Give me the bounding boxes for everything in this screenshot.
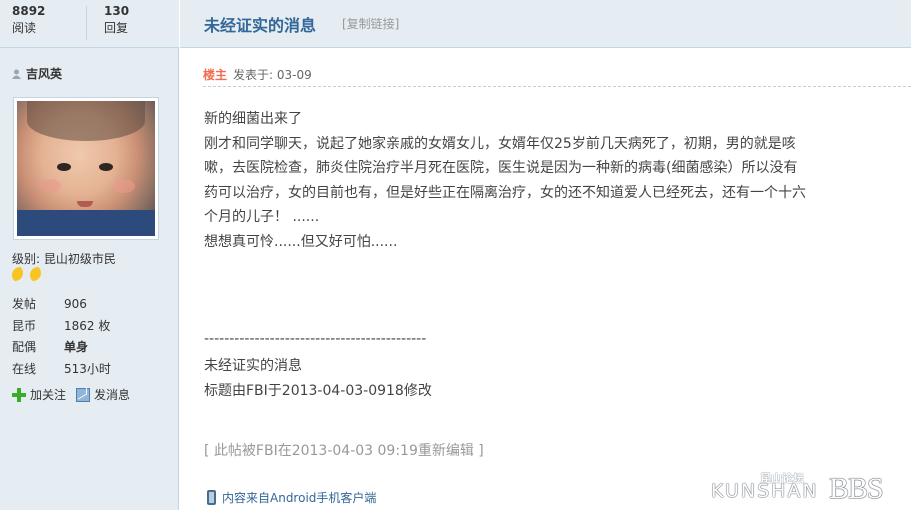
avatar-cheek-left	[39, 179, 61, 193]
info-row-coins: 昆币 1862 枚	[12, 317, 110, 334]
follow-button[interactable]: 加关注	[12, 386, 66, 403]
author-actions: 加关注 发消息	[12, 386, 140, 403]
follow-label: 加关注	[30, 388, 67, 402]
post-line: 个月的儿子！ ......	[204, 209, 320, 225]
avatar-hair	[27, 101, 145, 141]
avatar-image[interactable]	[17, 101, 155, 236]
phone-icon	[207, 490, 216, 505]
post-line: 嗽，去医院检查，肺炎住院治疗半月死在医院，医生说是因为一种新的病毒(细菌感染）所…	[204, 160, 798, 176]
signature-line: 未经证实的消息	[204, 358, 302, 374]
watermark-bbs: BBS	[829, 472, 884, 505]
avatar-eye-left	[57, 163, 71, 171]
copy-link-button[interactable]: [复制链接]	[342, 15, 399, 32]
author-name-row[interactable]: 吉风英	[12, 65, 62, 82]
author-name[interactable]: 吉风英	[26, 67, 62, 81]
avatar[interactable]	[13, 97, 159, 240]
info-key: 在线	[12, 362, 37, 376]
avatar-cheek-right	[113, 179, 135, 193]
post-signature: 未经证实的消息 标题由FBI于2013-04-03-0918修改	[204, 354, 432, 403]
edit-notice: [ 此帖被FBI在2013-04-03 09:19重新编辑 ]	[204, 443, 484, 459]
info-row-online: 在线 513小时	[12, 360, 111, 377]
replies-label: 回复	[104, 21, 129, 35]
mail-icon	[76, 388, 91, 402]
post-time: 发表于: 03-09	[233, 68, 312, 82]
user-level: 级别: 昆山初级市民	[12, 252, 116, 266]
replies-count: 130	[104, 4, 130, 18]
moon-icon	[30, 267, 46, 283]
signature-separator: ----------------------------------------…	[204, 331, 427, 347]
message-label: 发消息	[94, 388, 131, 402]
info-key: 发帖	[12, 297, 37, 311]
meta-divider	[203, 86, 911, 87]
thread-header: 未经证实的消息 [复制链接]	[180, 0, 911, 48]
post-line: 新的细菌出来了	[204, 111, 302, 127]
user-icon	[12, 69, 21, 79]
avatar-mouth	[77, 201, 93, 207]
signature-line: 标题由FBI于2013-04-03-0918修改	[204, 382, 432, 399]
views-count: 8892	[12, 4, 46, 18]
info-row-spouse: 配偶 单身	[12, 338, 88, 355]
thread-title: 未经证实的消息	[204, 16, 317, 35]
floor-label: 楼主	[203, 68, 228, 82]
message-button[interactable]: 发消息	[76, 386, 130, 403]
replies-stat: 130 回复	[104, 4, 129, 37]
info-key: 昆币	[12, 319, 37, 333]
site-watermark: 昆山论坛 KUNSHAN BBS	[711, 470, 906, 506]
views-stat: 8892 阅读	[12, 4, 45, 37]
info-key: 配偶	[12, 340, 37, 354]
author-sidebar: 8892 阅读 130 回复 吉风英 级别: 昆山初级市民 发帖 906 昆币 …	[0, 0, 179, 510]
post-line: 刚才和同学聊天，说起了她家亲戚的女婿女儿，女婿年仅25岁前几天病死了，初期，男的…	[204, 135, 796, 152]
avatar-eye-right	[99, 163, 113, 171]
mobile-client-link[interactable]: 内容来自Android手机客户端	[207, 489, 376, 506]
watermark-en: KUNSHAN	[711, 480, 819, 502]
views-label: 阅读	[12, 21, 37, 35]
info-value: 单身	[64, 340, 89, 354]
post-meta: 楼主 发表于: 03-09	[203, 66, 312, 83]
info-row-posts: 发帖 906	[12, 295, 87, 312]
moon-icon	[12, 267, 28, 283]
mobile-client-label[interactable]: 内容来自Android手机客户端	[222, 491, 376, 505]
post-line: 想想真可怜......但又好可怕......	[204, 233, 398, 250]
info-value: 1862 枚	[64, 319, 111, 333]
info-value: 513小时	[64, 362, 111, 376]
info-value: 906	[64, 297, 87, 311]
level-badges	[12, 267, 48, 286]
stats-divider	[86, 6, 87, 40]
post-body: 新的细菌出来了 刚才和同学聊天，说起了她家亲戚的女婿女儿，女婿年仅25岁前几天病…	[204, 107, 904, 254]
avatar-shirt	[17, 210, 155, 236]
thread-stats: 8892 阅读 130 回复	[0, 0, 179, 48]
plus-icon	[12, 388, 26, 402]
post-line: 药可以治疗，女的目前也有，但是好些正在隔离治疗，女的还不知道爱人已经死去，还有一…	[204, 184, 806, 201]
